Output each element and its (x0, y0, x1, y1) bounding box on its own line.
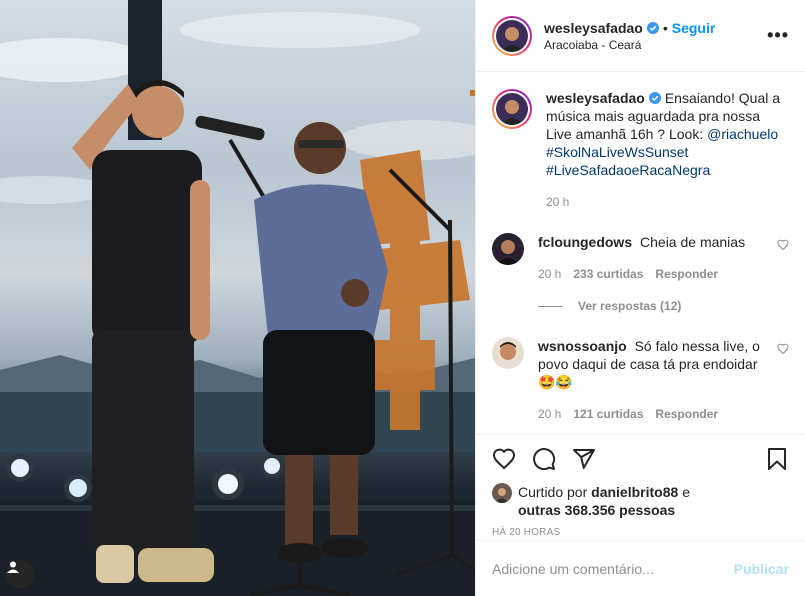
reply-button[interactable]: Responder (655, 405, 718, 423)
likes-summary: Curtido por danielbrito88 e outras 368.3… (492, 483, 789, 519)
likes-others-button[interactable]: outras 368.356 pessoas (518, 502, 675, 518)
comment-like-icon[interactable] (777, 343, 789, 355)
caption-time[interactable]: 20 h (546, 193, 569, 211)
likes-prefix: Curtido por (518, 484, 588, 500)
separator-dot: • (662, 19, 668, 36)
comment-item: wsnossoanjo Só falo nessa live, o povo d… (492, 337, 789, 423)
more-options-icon[interactable]: ••• (767, 25, 789, 46)
comment-item: fcloungedows Cheia de manias 20 h 233 cu… (492, 233, 789, 283)
user-tag-icon[interactable] (6, 560, 34, 588)
author-username[interactable]: wesleysafadao (544, 20, 643, 36)
verified-badge-icon (646, 21, 659, 34)
view-replies-button[interactable]: Ver respostas (12) (538, 299, 789, 313)
post-actions-section: Curtido por danielbrito88 e outras 368.3… (476, 434, 805, 538)
reply-button[interactable]: Responder (655, 265, 718, 283)
caption-username[interactable]: wesleysafadao (546, 90, 645, 106)
commenter-avatar[interactable] (492, 233, 524, 265)
instagram-post: wesleysafadao • Seguir Aracoiaba - Ceará… (0, 0, 805, 596)
verified-badge-icon (648, 92, 661, 104)
comment-likes[interactable]: 121 curtidas (573, 405, 643, 423)
action-bar (492, 435, 789, 483)
post-location[interactable]: Aracoiaba - Ceará (544, 38, 767, 52)
bookmark-icon[interactable] (765, 447, 789, 471)
view-replies-label: Ver respostas (12) (578, 299, 682, 313)
add-comment-bar: Publicar (476, 540, 805, 596)
comment-icon[interactable] (532, 447, 556, 471)
post-timestamp[interactable]: HÁ 20 HORAS (492, 527, 789, 538)
hashtag-link[interactable]: #LiveSafadaoeRacaNegra (546, 162, 710, 178)
author-avatar[interactable] (492, 15, 532, 56)
publish-button[interactable]: Publicar (734, 561, 789, 577)
comment-time[interactable]: 20 h (538, 405, 561, 423)
comment-like-icon[interactable] (777, 239, 789, 251)
replies-divider (538, 305, 562, 307)
stage-photo-illustration (0, 0, 475, 596)
share-icon[interactable] (572, 447, 596, 471)
liker-avatar[interactable] (492, 483, 512, 503)
liker-username[interactable]: danielbrito88 (591, 484, 678, 500)
caption-avatar[interactable] (492, 89, 532, 129)
follow-button[interactable]: Seguir (672, 20, 716, 36)
post-photo[interactable] (0, 0, 475, 596)
comment-time[interactable]: 20 h (538, 265, 561, 283)
hashtag-link[interactable]: #SkolNaLiveWsSunset (546, 144, 688, 160)
caption-mention[interactable]: @riachuelo (707, 126, 778, 142)
comment-input[interactable] (492, 560, 734, 577)
commenter-avatar[interactable] (492, 337, 524, 369)
comments-list: wesleysafadao Ensaiando! Qual a música ma… (476, 73, 805, 433)
post-details-panel: wesleysafadao • Seguir Aracoiaba - Ceará… (475, 0, 805, 596)
post-header: wesleysafadao • Seguir Aracoiaba - Ceará… (476, 0, 805, 72)
comment-username[interactable]: wsnossoanjo (538, 338, 627, 354)
comment-username[interactable]: fcloungedows (538, 234, 632, 250)
heart-icon[interactable] (492, 447, 516, 471)
comment-text: Cheia de manias (640, 234, 746, 250)
caption: wesleysafadao Ensaiando! Qual a música ma… (492, 89, 789, 211)
comment-likes[interactable]: 233 curtidas (573, 265, 643, 283)
likes-conj: e (682, 484, 690, 500)
